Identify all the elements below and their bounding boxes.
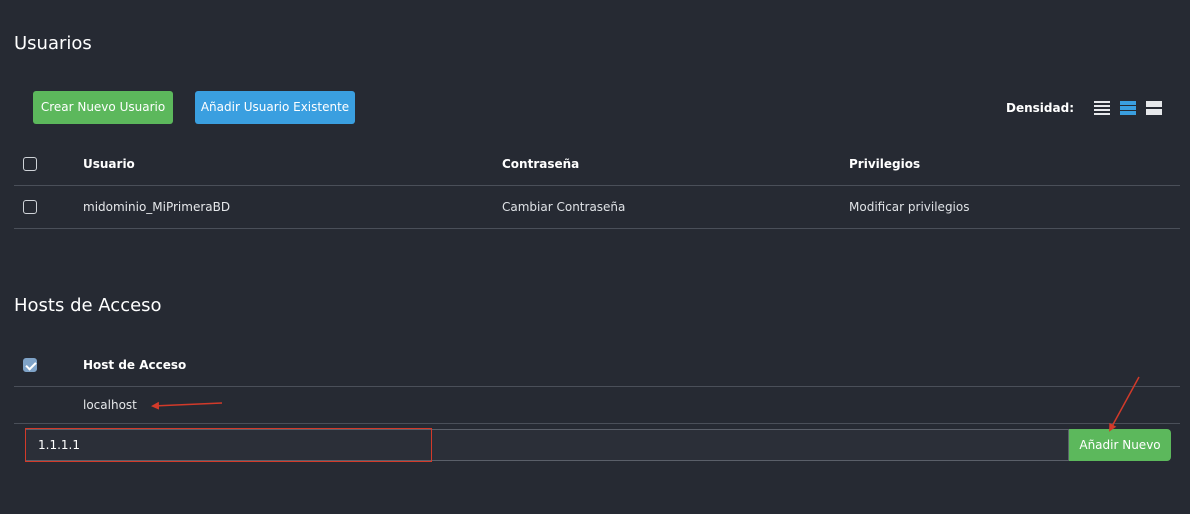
host-input-container — [25, 429, 1069, 461]
change-password-link[interactable]: Cambiar Contraseña — [502, 186, 625, 228]
density-selector: Densidad: — [1006, 96, 1162, 120]
table-row: midominio_MiPrimeraBD Cambiar Contraseña… — [14, 186, 1180, 229]
select-all-hosts-checkbox[interactable] — [23, 358, 37, 372]
density-medium-icon[interactable] — [1120, 100, 1136, 116]
create-new-user-button[interactable]: Crear Nuevo Usuario — [33, 91, 173, 124]
users-section-title: Usuarios — [14, 33, 92, 54]
users-table-header: Usuario Contraseña Privilegios — [14, 143, 1180, 186]
hosts-table-header: Host de Acceso — [14, 344, 1180, 387]
density-compact-icon[interactable] — [1094, 100, 1110, 116]
column-header-user: Usuario — [83, 157, 135, 171]
density-comfortable-icon[interactable] — [1146, 100, 1162, 116]
list-item: localhost — [14, 387, 1180, 424]
add-new-host-button[interactable]: Añadir Nuevo — [1069, 429, 1171, 461]
modify-privileges-link[interactable]: Modificar privilegios — [849, 186, 970, 228]
page: Usuarios Crear Nuevo Usuario Añadir Usua… — [0, 0, 1190, 514]
column-header-privileges: Privilegios — [849, 157, 921, 171]
host-name: localhost — [83, 398, 137, 412]
new-host-input[interactable] — [26, 430, 1068, 460]
user-name: midominio_MiPrimeraBD — [83, 200, 231, 214]
density-label: Densidad: — [1006, 101, 1074, 115]
add-existing-user-button[interactable]: Añadir Usuario Existente — [195, 91, 355, 124]
select-user-checkbox[interactable] — [23, 200, 37, 214]
column-header-password: Contraseña — [502, 157, 580, 171]
column-header-host: Host de Acceso — [83, 358, 187, 372]
select-all-users-checkbox[interactable] — [23, 157, 37, 171]
hosts-section-title: Hosts de Acceso — [14, 295, 162, 316]
